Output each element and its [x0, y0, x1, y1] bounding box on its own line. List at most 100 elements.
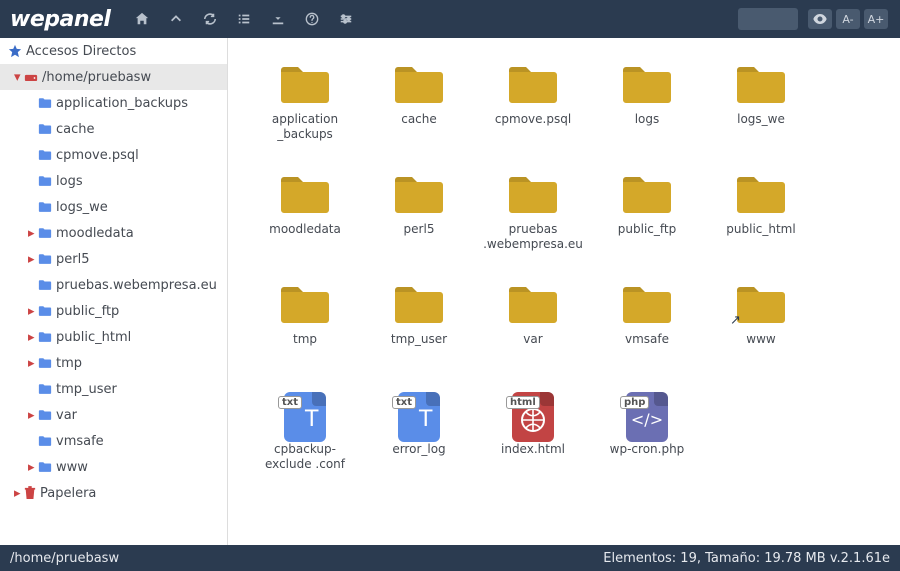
folder-tmp-user[interactable]: tmp_user	[362, 278, 476, 388]
file-badge: html	[506, 396, 540, 409]
sidebar-item-var[interactable]: ▸ var	[0, 402, 227, 428]
sidebar-item-pruebas-webempresa-eu[interactable]: ▸ pruebas.webempresa.eu	[0, 272, 227, 298]
item-label: tmp_user	[391, 332, 447, 347]
sidebar-item-label: public_html	[56, 330, 131, 345]
file-index-html[interactable]: html index.html	[476, 388, 590, 498]
sidebar-shortcuts[interactable]: Accesos Directos	[0, 38, 227, 64]
sidebar-item-cpmove-psql[interactable]: ▸ cpmove.psql	[0, 142, 227, 168]
folder-public-html[interactable]: public_html	[704, 168, 818, 278]
sidebar-item-www[interactable]: ▸ www	[0, 454, 227, 480]
sidebar-item-label: moodledata	[56, 226, 134, 241]
sidebar-item-tmp-user[interactable]: ▸ tmp_user	[0, 376, 227, 402]
file-wp-cron-php[interactable]: </>phpwp-cron.php	[590, 388, 704, 498]
folder-icon	[38, 227, 52, 239]
caret-right-icon: ▸	[28, 304, 38, 319]
sidebar-item-logs[interactable]: ▸ logs	[0, 168, 227, 194]
sidebar-item-label: logs_we	[56, 200, 108, 215]
trash-icon	[24, 486, 36, 500]
file-cpbackup-exclude-conf[interactable]: Ttxtcpbackup-exclude .conf	[248, 388, 362, 498]
folder-www[interactable]: ↗ www	[704, 278, 818, 388]
caret-right-icon: ▸	[14, 486, 24, 501]
item-label: logs_we	[737, 112, 785, 127]
item-label: index.html	[501, 442, 565, 457]
folder-perl5[interactable]: perl5	[362, 168, 476, 278]
star-icon	[8, 44, 22, 58]
list-icon[interactable]	[231, 6, 257, 32]
item-label: cpbackup-exclude .conf	[255, 442, 355, 472]
folder-icon	[38, 357, 52, 369]
download-icon[interactable]	[265, 6, 291, 32]
folder-icon	[38, 409, 52, 421]
svg-text:T: T	[304, 407, 319, 432]
sidebar-trash-label: Papelera	[40, 486, 96, 501]
sidebar-item-tmp[interactable]: ▸ tmp	[0, 350, 227, 376]
preview-toggle[interactable]	[808, 9, 832, 29]
sidebar-item-label: cache	[56, 122, 95, 137]
file-badge: txt	[392, 396, 416, 409]
folder-tmp[interactable]: tmp	[248, 278, 362, 388]
caret-right-icon: ▸	[28, 330, 38, 345]
sidebar-shortcuts-label: Accesos Directos	[26, 44, 136, 59]
sidebar-trash[interactable]: ▸ Papelera	[0, 480, 227, 506]
font-decrease-button[interactable]: A-	[836, 9, 860, 29]
settings-icon[interactable]	[333, 6, 359, 32]
folder-var[interactable]: var	[476, 278, 590, 388]
caret-down-icon: ▾	[14, 70, 24, 85]
folder-public-ftp[interactable]: public_ftp	[590, 168, 704, 278]
sidebar-item-label: logs	[56, 174, 83, 189]
sidebar-item-moodledata[interactable]: ▸ moodledata	[0, 220, 227, 246]
caret-right-icon: ▸	[28, 460, 38, 475]
sidebar-item-label: vmsafe	[56, 434, 104, 449]
sidebar-item-public-ftp[interactable]: ▸ public_ftp	[0, 298, 227, 324]
item-label: cpmove.psql	[495, 112, 571, 127]
folder-moodledata[interactable]: moodledata	[248, 168, 362, 278]
folder-cache[interactable]: cache	[362, 58, 476, 168]
sidebar-item-logs-we[interactable]: ▸ logs_we	[0, 194, 227, 220]
folder-icon	[38, 201, 52, 213]
folder-icon	[38, 149, 52, 161]
caret-right-icon: ▸	[28, 226, 38, 241]
status-bar: /home/pruebasw Elementos: 19, Tamaño: 19…	[0, 545, 900, 571]
status-path: /home/pruebasw	[10, 551, 119, 566]
help-icon[interactable]	[299, 6, 325, 32]
file-error-log[interactable]: Ttxterror_log	[362, 388, 476, 498]
status-info: Elementos: 19, Tamaño: 19.78 MB v.2.1.61…	[603, 551, 890, 566]
folder-icon	[38, 435, 52, 447]
sidebar-item-perl5[interactable]: ▸ perl5	[0, 246, 227, 272]
folder-cpmove-psql[interactable]: cpmove.psql	[476, 58, 590, 168]
sidebar-item-public-html[interactable]: ▸ public_html	[0, 324, 227, 350]
up-icon[interactable]	[163, 6, 189, 32]
item-label: logs	[635, 112, 660, 127]
svg-text:</>: </>	[631, 410, 663, 429]
sidebar-item-label: www	[56, 460, 88, 475]
folder-icon	[38, 383, 52, 395]
shortcut-icon: ↗	[730, 313, 741, 328]
caret-right-icon: ▸	[28, 356, 38, 371]
item-label: www	[746, 332, 775, 347]
folder-icon	[38, 97, 52, 109]
folder-pruebas-webempresa-eu[interactable]: pruebas .webempresa.eu	[476, 168, 590, 278]
font-increase-button[interactable]: A+	[864, 9, 888, 29]
sidebar-item-cache[interactable]: ▸ cache	[0, 116, 227, 142]
sidebar-item-vmsafe[interactable]: ▸ vmsafe	[0, 428, 227, 454]
folder-icon	[38, 123, 52, 135]
search-input[interactable]	[738, 8, 798, 30]
folder-application-backups[interactable]: application _backups	[248, 58, 362, 168]
file-grid: application _backupscache cpmove.psql logs…	[228, 38, 900, 545]
folder-logs-we[interactable]: logs_we	[704, 58, 818, 168]
folder-logs[interactable]: logs	[590, 58, 704, 168]
sidebar-item-application-backups[interactable]: ▸ application_backups	[0, 90, 227, 116]
sidebar-item-label: public_ftp	[56, 304, 119, 319]
sidebar-item-label: tmp	[56, 356, 82, 371]
folder-icon	[38, 305, 52, 317]
refresh-icon[interactable]	[197, 6, 223, 32]
home-icon[interactable]	[129, 6, 155, 32]
sidebar-root[interactable]: ▾ /home/pruebasw	[0, 64, 227, 90]
disk-icon	[24, 72, 38, 83]
item-label: vmsafe	[625, 332, 669, 347]
folder-icon	[38, 175, 52, 187]
folder-vmsafe[interactable]: vmsafe	[590, 278, 704, 388]
item-label: application _backups	[255, 112, 355, 142]
logo: wepanel	[10, 7, 110, 32]
item-label: var	[523, 332, 542, 347]
